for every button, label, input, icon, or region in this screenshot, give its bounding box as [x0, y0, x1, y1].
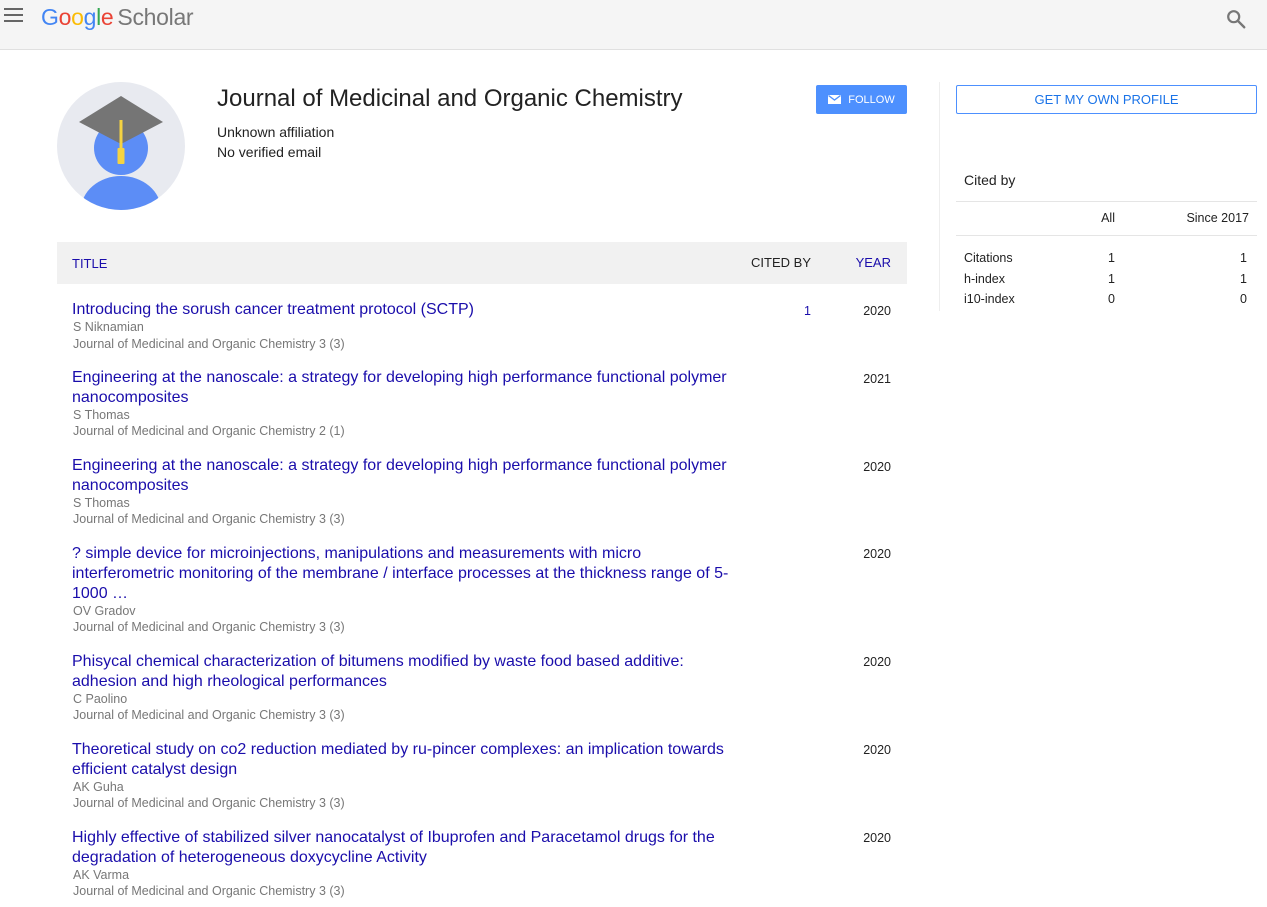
- article-year: 2020: [863, 460, 891, 474]
- avatar: [57, 82, 185, 210]
- search-icon[interactable]: [1225, 8, 1247, 30]
- menu-icon[interactable]: [4, 8, 24, 26]
- follow-label: FOLLOW: [848, 93, 895, 106]
- article-title[interactable]: Highly effective of stabilized silver na…: [72, 828, 737, 868]
- cited-by-table: All Since 2017 Citations 1 1 h-index 1 1…: [956, 201, 1257, 310]
- article-year: 2020: [863, 304, 891, 318]
- mail-icon: [828, 95, 842, 104]
- article-authors: S Niknamian: [73, 320, 144, 334]
- metric-label[interactable]: h-index: [964, 272, 1005, 286]
- col-all: All: [1101, 211, 1115, 225]
- follow-button[interactable]: FOLLOW: [816, 85, 907, 114]
- column-divider: [939, 82, 940, 311]
- article-year: 2021: [863, 372, 891, 386]
- article-source: Journal of Medicinal and Organic Chemist…: [73, 337, 345, 351]
- cited-by-count[interactable]: 1: [804, 304, 811, 318]
- col-since: Since 2017: [1186, 211, 1249, 225]
- article-source: Journal of Medicinal and Organic Chemist…: [73, 620, 345, 634]
- article-authors: AK Guha: [73, 780, 124, 794]
- article-title[interactable]: Theoretical study on co2 reduction media…: [72, 740, 737, 780]
- articles-table-header: TITLE CITED BY YEAR: [57, 242, 907, 284]
- metric-label[interactable]: Citations: [964, 251, 1013, 265]
- article-authors: OV Gradov: [73, 604, 136, 618]
- article-year: 2020: [863, 547, 891, 561]
- profile-email: No verified email: [217, 144, 322, 160]
- article-title[interactable]: Engineering at the nanoscale: a strategy…: [72, 456, 737, 496]
- article-year: 2020: [863, 655, 891, 669]
- metric-since: 0: [1240, 292, 1247, 306]
- sort-by-year[interactable]: YEAR: [856, 255, 891, 270]
- metric-all: 1: [1108, 271, 1115, 286]
- metric-row-i10-index: i10-index 0 0: [956, 289, 1257, 310]
- metric-all: 1: [1108, 251, 1115, 265]
- article-title[interactable]: Introducing the sorush cancer treatment …: [72, 300, 737, 320]
- metric-label[interactable]: i10-index: [964, 292, 1015, 306]
- metric-since: 1: [1240, 271, 1247, 286]
- profile-name: Journal of Medicinal and Organic Chemist…: [217, 85, 683, 112]
- article-authors: C Paolino: [73, 692, 128, 706]
- article-source: Journal of Medicinal and Organic Chemist…: [73, 512, 345, 526]
- article-source: Journal of Medicinal and Organic Chemist…: [73, 708, 345, 722]
- scholar-logo[interactable]: Google Scholar: [41, 4, 194, 31]
- logo-google: Google: [41, 4, 114, 30]
- article-authors: AK Varma: [73, 868, 130, 882]
- metric-row-h-index: h-index 1 1: [956, 269, 1257, 290]
- article-source: Journal of Medicinal and Organic Chemist…: [73, 424, 345, 438]
- article-title[interactable]: Engineering at the nanoscale: a strategy…: [72, 368, 737, 408]
- article-year: 2020: [863, 743, 891, 757]
- sort-by-title[interactable]: TITLE: [72, 256, 107, 271]
- logo-scholar: Scholar: [117, 4, 194, 30]
- article-title[interactable]: ? simple device for microinjections, man…: [72, 544, 737, 604]
- get-own-profile-button[interactable]: GET MY OWN PROFILE: [956, 85, 1257, 114]
- article-title[interactable]: Phisycal chemical characterization of bi…: [72, 652, 737, 692]
- article-source: Journal of Medicinal and Organic Chemist…: [73, 796, 345, 810]
- metric-row-citations: Citations 1 1: [956, 248, 1257, 269]
- metric-all: 0: [1108, 292, 1115, 306]
- graduate-avatar-icon: [79, 96, 163, 210]
- top-bar: Google Scholar: [0, 0, 1267, 50]
- profile-affiliation: Unknown affiliation: [217, 124, 335, 140]
- article-year: 2020: [863, 831, 891, 845]
- sort-by-cited[interactable]: CITED BY: [751, 255, 811, 270]
- article-source: Journal of Medicinal and Organic Chemist…: [73, 884, 345, 898]
- cited-by-title: Cited by: [964, 172, 1016, 188]
- article-authors: S Thomas: [73, 408, 130, 422]
- cited-by-header: All Since 2017: [956, 202, 1257, 236]
- article-authors: S Thomas: [73, 496, 130, 510]
- metric-since: 1: [1240, 251, 1247, 265]
